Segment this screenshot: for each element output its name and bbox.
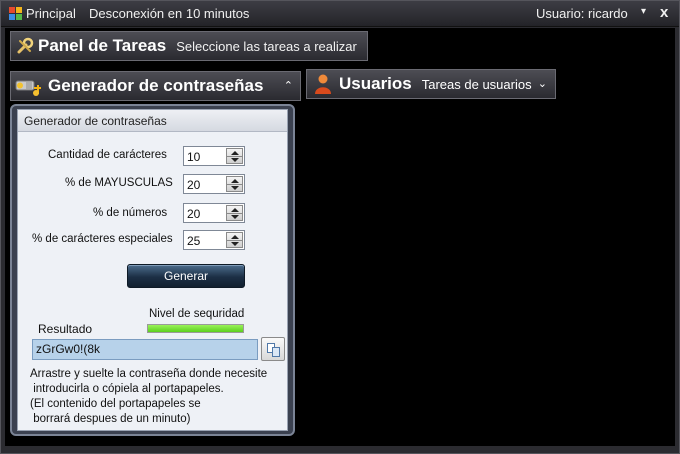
special-chars-stepper[interactable]: 25: [183, 230, 245, 250]
disconnect-notice: Desconexión en 10 minutos: [89, 6, 249, 21]
menu-principal[interactable]: Principal: [9, 6, 76, 21]
help-line: borrará despues de un minuto): [30, 413, 191, 425]
help-text: Arrastre y suelte la contraseña donde ne…: [30, 367, 285, 427]
char-count-label: Cantidad de carácteres: [48, 149, 167, 161]
user-menu-caret-icon[interactable]: ▾: [641, 6, 646, 17]
user-menu[interactable]: Usuario: ricardo: [536, 6, 628, 21]
char-count-spin-icon[interactable]: [226, 148, 243, 164]
generator-section-header[interactable]: Generador de contraseñas ⌃: [10, 71, 301, 101]
generator-form: Generador de contraseñas Cantidad de car…: [17, 109, 288, 431]
user-icon: [315, 74, 331, 94]
special-chars-spin-icon[interactable]: [226, 232, 243, 248]
help-line: Arrastre y suelte la contraseña donde ne…: [30, 368, 268, 380]
generator-form-title: Generador de contraseñas: [18, 110, 287, 132]
numbers-label: % de números: [93, 207, 168, 219]
close-icon[interactable]: x: [660, 4, 668, 21]
collapse-chevron-icon[interactable]: ⌃: [284, 79, 293, 92]
menu-principal-label: Principal: [26, 6, 76, 21]
char-count-value: 10: [187, 150, 201, 164]
main-content: Panel de Tareas Seleccione las tareas a …: [5, 28, 675, 446]
numbers-value: 20: [187, 207, 201, 221]
uppercase-stepper[interactable]: 20: [183, 174, 245, 194]
strength-label: Nivel de sequridad: [149, 308, 245, 320]
users-section-header[interactable]: Usuarios Tareas de usuarios ⌄: [306, 69, 556, 99]
disconnect-notice-label: Desconexión en 10 minutos: [89, 6, 250, 21]
help-line: (El contenido del portapapeles se: [30, 398, 201, 410]
task-panel-subtitle: Seleccione las tareas a realizar: [176, 38, 357, 54]
users-section-subtitle: Tareas de usuarios: [421, 76, 532, 92]
task-panel-title: Panel de Tareas: [38, 36, 167, 55]
help-line: introducirla o cópiela al portapapeles.: [30, 383, 224, 395]
uppercase-value: 20: [187, 178, 201, 192]
users-section-title: Usuarios: [339, 74, 412, 93]
generate-button[interactable]: Generar: [127, 264, 245, 288]
app-grid-icon: [9, 7, 22, 20]
numbers-stepper[interactable]: 20: [183, 203, 245, 223]
tools-icon: [17, 37, 34, 54]
key-icon: [15, 80, 41, 96]
special-chars-label: % de carácteres especiales: [32, 233, 173, 245]
numbers-spin-icon[interactable]: [226, 205, 243, 221]
task-panel-header: Panel de Tareas Seleccione las tareas a …: [10, 31, 368, 61]
title-bar: Principal Desconexión en 10 minutos Usua…: [1, 1, 679, 27]
expand-chevron-icon[interactable]: ⌄: [538, 77, 547, 90]
strength-meter-fill: [148, 325, 243, 332]
char-count-stepper[interactable]: 10: [183, 146, 245, 166]
uppercase-label: % de MAYUSCULAS: [65, 177, 173, 189]
generator-section-title: Generador de contraseñas: [48, 76, 264, 95]
copy-to-clipboard-button[interactable]: [261, 337, 285, 361]
special-chars-value: 25: [187, 234, 201, 248]
result-label: Resultado: [38, 322, 93, 336]
result-field[interactable]: zGrGw0!(8k: [32, 339, 258, 360]
strength-meter: [147, 324, 244, 333]
generator-panel: Generador de contraseñas Cantidad de car…: [10, 104, 295, 436]
uppercase-spin-icon[interactable]: [226, 176, 243, 192]
app-window: Principal Desconexión en 10 minutos Usua…: [0, 0, 680, 454]
